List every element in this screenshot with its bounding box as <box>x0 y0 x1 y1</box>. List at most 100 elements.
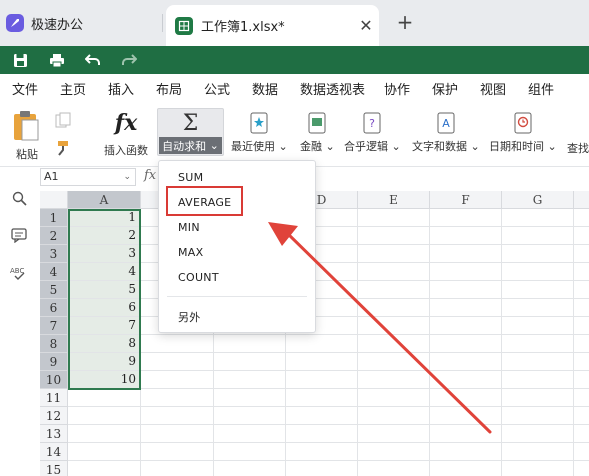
cell-c9[interactable] <box>214 353 286 371</box>
text-data-button[interactable]: A 文字和数据 ⌄ <box>412 112 480 154</box>
name-box[interactable]: A1 ⌄ <box>40 168 136 186</box>
cell-f4[interactable] <box>430 263 502 281</box>
cell-b8[interactable] <box>141 335 214 353</box>
cell-b13[interactable] <box>141 425 214 443</box>
cell-b9[interactable] <box>141 353 214 371</box>
cell-a12[interactable] <box>68 407 141 425</box>
logic-button[interactable]: ? 合乎逻辑 ⌄ <box>344 112 401 154</box>
comment-icon[interactable] <box>10 226 28 244</box>
row-header-14[interactable]: 14 <box>40 443 68 461</box>
cell-f14[interactable] <box>430 443 502 461</box>
row-header-10[interactable]: 10 <box>40 371 68 389</box>
cell-h1[interactable] <box>574 209 589 227</box>
column-header-e[interactable]: E <box>358 191 430 209</box>
cell-g2[interactable] <box>502 227 574 245</box>
row-header-11[interactable]: 11 <box>40 389 68 407</box>
undo-icon[interactable] <box>84 52 101 69</box>
print-icon[interactable] <box>48 52 65 69</box>
menu-insert[interactable]: 插入 <box>108 79 134 98</box>
cell-a7[interactable]: 7 <box>68 317 141 335</box>
cell-f2[interactable] <box>430 227 502 245</box>
dropdown-item-max[interactable]: MAX <box>178 246 203 259</box>
dropdown-item-other[interactable]: 另外 <box>178 309 201 325</box>
cell-h6[interactable] <box>574 299 589 317</box>
cell-f5[interactable] <box>430 281 502 299</box>
cell-d11[interactable] <box>286 389 358 407</box>
cell-f8[interactable] <box>430 335 502 353</box>
row-header-13[interactable]: 13 <box>40 425 68 443</box>
cell-a1[interactable]: 1 <box>68 209 141 227</box>
cell-a10[interactable]: 10 <box>68 371 141 389</box>
cell-h5[interactable] <box>574 281 589 299</box>
row-header-8[interactable]: 8 <box>40 335 68 353</box>
menu-view[interactable]: 视图 <box>480 79 506 98</box>
recent-functions-button[interactable]: 最近使用 ⌄ <box>231 112 288 154</box>
cell-h12[interactable] <box>574 407 589 425</box>
cell-h13[interactable] <box>574 425 589 443</box>
cell-g11[interactable] <box>502 389 574 407</box>
cell-e7[interactable] <box>358 317 430 335</box>
row-header-6[interactable]: 6 <box>40 299 68 317</box>
cell-c12[interactable] <box>214 407 286 425</box>
cell-g4[interactable] <box>502 263 574 281</box>
cell-a15[interactable] <box>68 461 141 476</box>
copy-icon[interactable] <box>55 112 71 131</box>
fx-icon[interactable]: fx <box>144 168 156 183</box>
close-tab-icon[interactable]: ✕ <box>353 16 379 35</box>
cell-b14[interactable] <box>141 443 214 461</box>
cell-e4[interactable] <box>358 263 430 281</box>
cell-d9[interactable] <box>286 353 358 371</box>
cell-c13[interactable] <box>214 425 286 443</box>
cell-a11[interactable] <box>68 389 141 407</box>
row-header-2[interactable]: 2 <box>40 227 68 245</box>
cell-e1[interactable] <box>358 209 430 227</box>
cell-e3[interactable] <box>358 245 430 263</box>
select-all-corner[interactable] <box>40 191 68 209</box>
cell-d8[interactable] <box>286 335 358 353</box>
cell-f3[interactable] <box>430 245 502 263</box>
cell-g5[interactable] <box>502 281 574 299</box>
cell-e14[interactable] <box>358 443 430 461</box>
cell-g13[interactable] <box>502 425 574 443</box>
cell-e12[interactable] <box>358 407 430 425</box>
cell-g8[interactable] <box>502 335 574 353</box>
cell-f12[interactable] <box>430 407 502 425</box>
row-header-9[interactable]: 9 <box>40 353 68 371</box>
cell-g10[interactable] <box>502 371 574 389</box>
cell-c11[interactable] <box>214 389 286 407</box>
row-header-1[interactable]: 1 <box>40 209 68 227</box>
menu-formula[interactable]: 公式 <box>204 79 231 104</box>
menu-protect[interactable]: 保护 <box>432 79 458 98</box>
cell-e10[interactable] <box>358 371 430 389</box>
cell-a8[interactable]: 8 <box>68 335 141 353</box>
cell-h15[interactable] <box>574 461 589 476</box>
cell-e11[interactable] <box>358 389 430 407</box>
cell-h4[interactable] <box>574 263 589 281</box>
menu-components[interactable]: 组件 <box>528 79 554 98</box>
format-painter-icon[interactable] <box>55 140 71 159</box>
cell-d12[interactable] <box>286 407 358 425</box>
cell-h10[interactable] <box>574 371 589 389</box>
cell-g7[interactable] <box>502 317 574 335</box>
cell-g14[interactable] <box>502 443 574 461</box>
cell-d15[interactable] <box>286 461 358 476</box>
cell-a6[interactable]: 6 <box>68 299 141 317</box>
redo-icon[interactable] <box>120 52 137 69</box>
cell-f11[interactable] <box>430 389 502 407</box>
cell-g6[interactable] <box>502 299 574 317</box>
row-header-5[interactable]: 5 <box>40 281 68 299</box>
dropdown-item-count[interactable]: COUNT <box>178 271 219 284</box>
row-header-4[interactable]: 4 <box>40 263 68 281</box>
cell-f15[interactable] <box>430 461 502 476</box>
cell-e2[interactable] <box>358 227 430 245</box>
document-tab[interactable]: 工作簿1.xlsx* ✕ <box>166 5 379 46</box>
cell-a13[interactable] <box>68 425 141 443</box>
save-icon[interactable] <box>12 52 29 69</box>
cell-h11[interactable] <box>574 389 589 407</box>
cell-g1[interactable] <box>502 209 574 227</box>
search-icon[interactable] <box>10 189 28 207</box>
cell-g3[interactable] <box>502 245 574 263</box>
cell-a3[interactable]: 3 <box>68 245 141 263</box>
insert-function-button[interactable]: fx 插入函数 <box>104 108 148 158</box>
column-header-h[interactable] <box>574 191 589 209</box>
